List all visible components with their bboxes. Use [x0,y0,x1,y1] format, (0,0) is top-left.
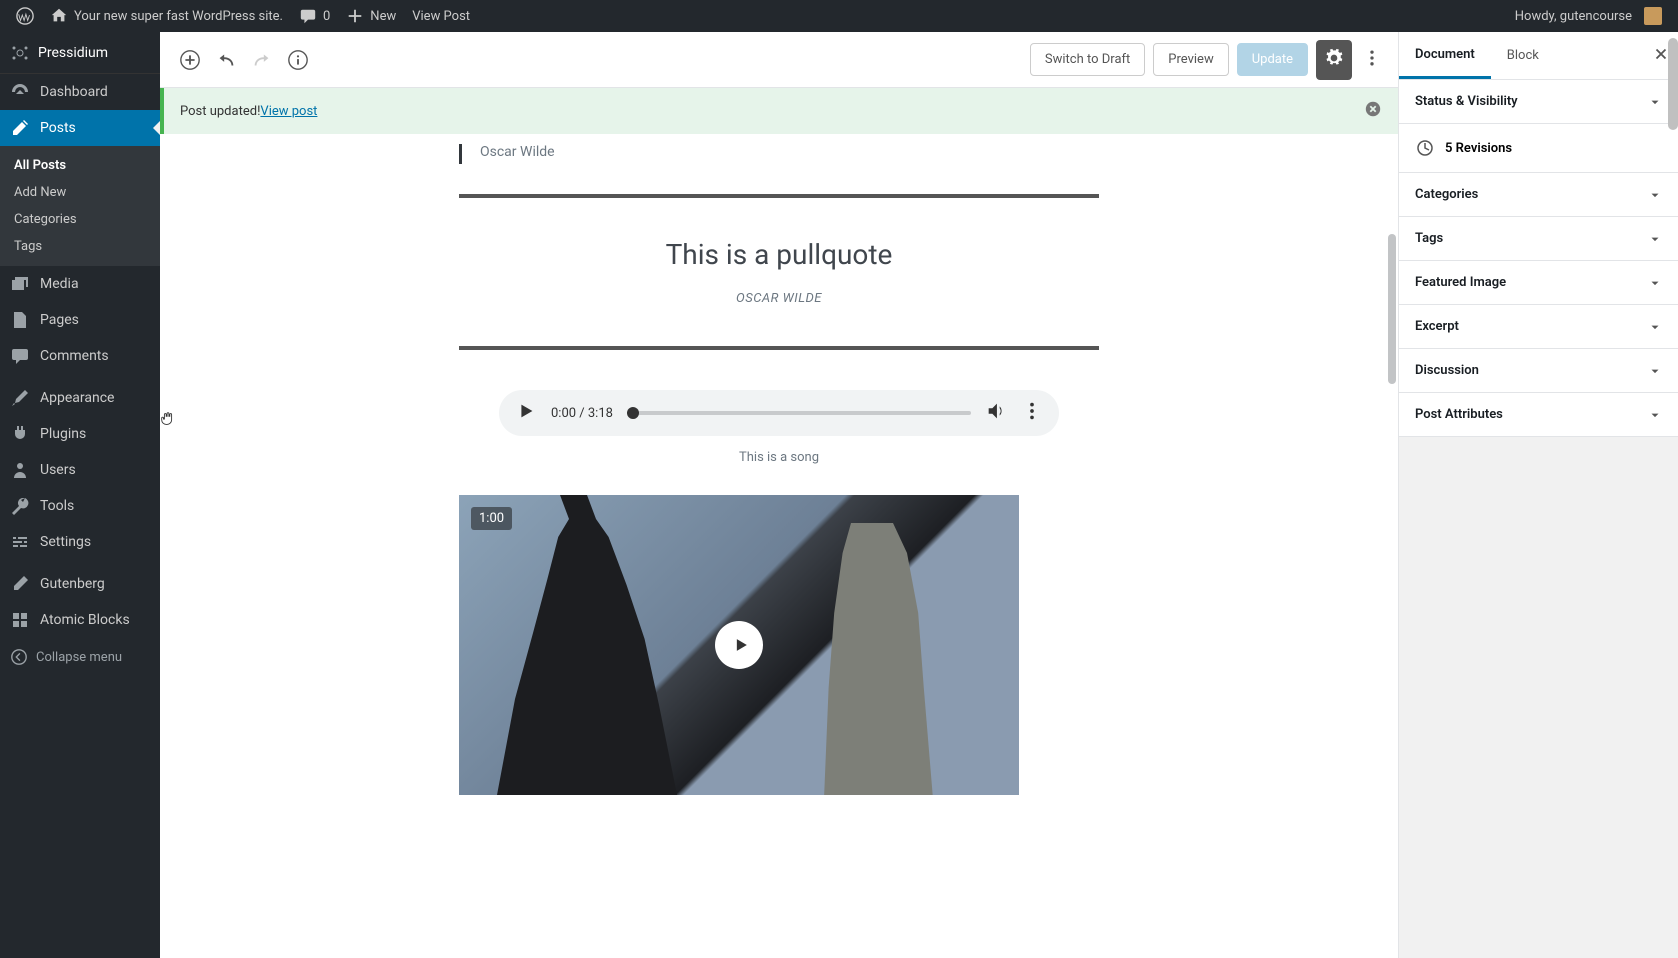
info-button[interactable] [280,42,316,78]
settings-button[interactable] [1316,40,1352,80]
update-button[interactable]: Update [1237,43,1308,76]
sub-add-new[interactable]: Add New [0,179,160,206]
editor-canvas[interactable]: Oscar Wilde This is a pullquote OSCAR WI… [160,134,1398,958]
grab-cursor-icon [160,410,177,428]
tab-block[interactable]: Block [1491,32,1555,79]
panel-post-attributes[interactable]: Post Attributes [1399,393,1678,437]
scrollbar-thumb[interactable] [1388,234,1396,384]
panel-tags[interactable]: Tags [1399,217,1678,261]
undo-button[interactable] [208,42,244,78]
add-block-button[interactable] [172,42,208,78]
menu-atomic-blocks[interactable]: Atomic Blocks [0,602,160,638]
howdy[interactable]: Howdy, gutencourse [1507,7,1670,25]
quote-block[interactable]: Oscar Wilde [459,144,1099,164]
play-icon[interactable] [515,400,537,426]
video-thumbnail [497,495,677,795]
menu-comments[interactable]: Comments [0,338,160,374]
sub-all-posts[interactable]: All Posts [0,152,160,179]
menu-pages[interactable]: Pages [0,302,160,338]
menu-settings[interactable]: Settings [0,524,160,560]
video-duration-badge: 1:00 [471,507,512,530]
inspector-scrollbar[interactable] [1668,38,1678,130]
quote-cite: Oscar Wilde [480,144,1099,160]
collapse-menu[interactable]: Collapse menu [0,638,160,676]
wp-logo[interactable] [8,7,42,25]
notice-text: Post updated! [180,104,260,119]
menu-media[interactable]: Media [0,266,160,302]
video-play-button[interactable] [715,621,763,669]
volume-icon[interactable] [985,400,1007,426]
menu-dashboard[interactable]: Dashboard [0,74,160,110]
panel-revisions[interactable]: 5 Revisions [1399,124,1678,173]
audio-scrubber[interactable] [627,407,639,419]
menu-users[interactable]: Users [0,452,160,488]
menu-gutenberg[interactable]: Gutenberg [0,566,160,602]
comments-link[interactable]: 0 [291,7,338,25]
panel-categories[interactable]: Categories [1399,173,1678,217]
panel-excerpt[interactable]: Excerpt [1399,305,1678,349]
video-thumbnail [809,523,949,795]
avatar [1644,7,1662,25]
menu-posts[interactable]: Posts [0,110,160,146]
panel-status-visibility[interactable]: Status & Visibility [1399,80,1678,124]
notice-close-button[interactable] [1364,100,1382,122]
admin-bar: Your new super fast WordPress site. 0 Ne… [0,0,1678,32]
pullquote-cite: OSCAR WILDE [459,291,1099,306]
inspector: Document Block Status & Visibility 5 Rev… [1398,32,1678,958]
site-name: Your new super fast WordPress site. [74,9,283,24]
inspector-tabs: Document Block [1399,32,1678,80]
pullquote-block[interactable]: This is a pullquote OSCAR WILDE [459,194,1099,350]
site-link[interactable]: Your new super fast WordPress site. [42,7,291,25]
menu-tools[interactable]: Tools [0,488,160,524]
menu-appearance[interactable]: Appearance [0,380,160,416]
brand[interactable]: Pressidium [0,32,160,74]
new-label: New [370,9,396,24]
menu-plugins[interactable]: Plugins [0,416,160,452]
tab-document[interactable]: Document [1399,32,1491,79]
pullquote-text: This is a pullquote [459,238,1099,271]
more-options-button[interactable] [1358,40,1386,80]
sub-tags[interactable]: Tags [0,233,160,260]
preview-button[interactable]: Preview [1153,43,1228,76]
audio-caption: This is a song [459,450,1099,465]
panel-discussion[interactable]: Discussion [1399,349,1678,393]
posts-submenu: All Posts Add New Categories Tags [0,146,160,266]
new-link[interactable]: New [338,7,404,25]
redo-button[interactable] [244,42,280,78]
audio-more-icon[interactable] [1021,400,1043,426]
audio-time: 0:00 / 3:18 [551,406,613,421]
notice-link[interactable]: View post [260,104,317,119]
comments-count: 0 [323,9,330,24]
video-block[interactable]: 1:00 [459,495,1019,795]
view-post-link[interactable]: View Post [404,9,478,24]
admin-sidebar: Pressidium Dashboard Posts All Posts Add… [0,32,160,958]
notice-bar: Post updated! View post [160,88,1398,134]
audio-player[interactable]: 0:00 / 3:18 [499,390,1059,436]
switch-to-draft-button[interactable]: Switch to Draft [1030,43,1145,76]
editor-toolbar: Switch to Draft Preview Update [160,32,1398,88]
editor: Switch to Draft Preview Update Post upda… [160,32,1398,958]
sub-categories[interactable]: Categories [0,206,160,233]
panel-featured-image[interactable]: Featured Image [1399,261,1678,305]
audio-track[interactable] [627,411,971,415]
